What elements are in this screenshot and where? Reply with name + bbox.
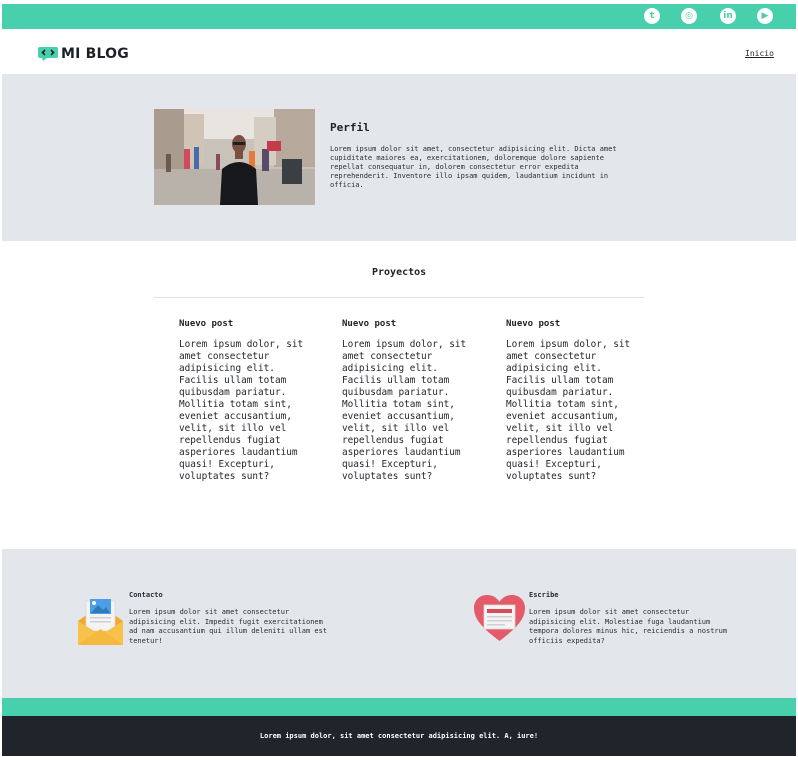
footer-accent-bar	[2, 698, 796, 716]
code-bubble-icon	[38, 47, 58, 61]
perfil-section: Perfil Lorem ipsum dolor sit amet, conse…	[2, 74, 796, 241]
post-card: Nuevo post Lorem ipsum dolor, sit amet c…	[342, 319, 482, 483]
section-divider	[154, 297, 644, 298]
post-title[interactable]: Nuevo post	[179, 319, 319, 329]
post-card: Nuevo post Lorem ipsum dolor, sit amet c…	[506, 319, 646, 483]
escribe-title: Escribe	[529, 591, 559, 599]
linkedin-icon[interactable]: in	[720, 8, 736, 24]
tumblr-icon[interactable]: t	[644, 8, 660, 24]
envelope-icon	[78, 599, 123, 645]
perfil-text: Lorem ipsum dolor sit amet, consectetur …	[330, 145, 617, 189]
site-logo[interactable]: MI BLOG	[38, 46, 129, 62]
contacto-title: Contacto	[129, 591, 163, 599]
nav-link-inicio[interactable]: Inicio	[745, 49, 774, 58]
post-body: Lorem ipsum dolor, sit amet consectetur …	[342, 339, 467, 482]
profile-photo	[154, 109, 315, 205]
perfil-title: Perfil	[330, 121, 370, 134]
post-body: Lorem ipsum dolor, sit amet consectetur …	[506, 339, 631, 482]
post-card: Nuevo post Lorem ipsum dolor, sit amet c…	[179, 319, 319, 483]
youtube-icon[interactable]: ▶	[757, 8, 773, 24]
instagram-icon[interactable]: ◎	[681, 8, 697, 24]
proyectos-title: Proyectos	[372, 267, 427, 278]
site-header: MI BLOG Inicio	[2, 29, 796, 74]
post-title[interactable]: Nuevo post	[506, 319, 646, 329]
escribe-text: Lorem ipsum dolor sit amet consectetur a…	[529, 608, 728, 645]
social-bar: t ◎ in ▶	[2, 4, 796, 29]
contact-section: Contacto Lorem ipsum dolor sit amet cons…	[2, 549, 796, 698]
logo-text: MI BLOG	[61, 46, 129, 62]
heart-letter-icon	[474, 595, 525, 641]
contacto-text: Lorem ipsum dolor sit amet consectetur a…	[129, 608, 328, 645]
site-footer: Lorem ipsum dolor, sit amet consectetur …	[2, 716, 796, 756]
footer-text: Lorem ipsum dolor, sit amet consectetur …	[259, 732, 539, 740]
post-title[interactable]: Nuevo post	[342, 319, 482, 329]
post-body: Lorem ipsum dolor, sit amet consectetur …	[179, 339, 304, 482]
